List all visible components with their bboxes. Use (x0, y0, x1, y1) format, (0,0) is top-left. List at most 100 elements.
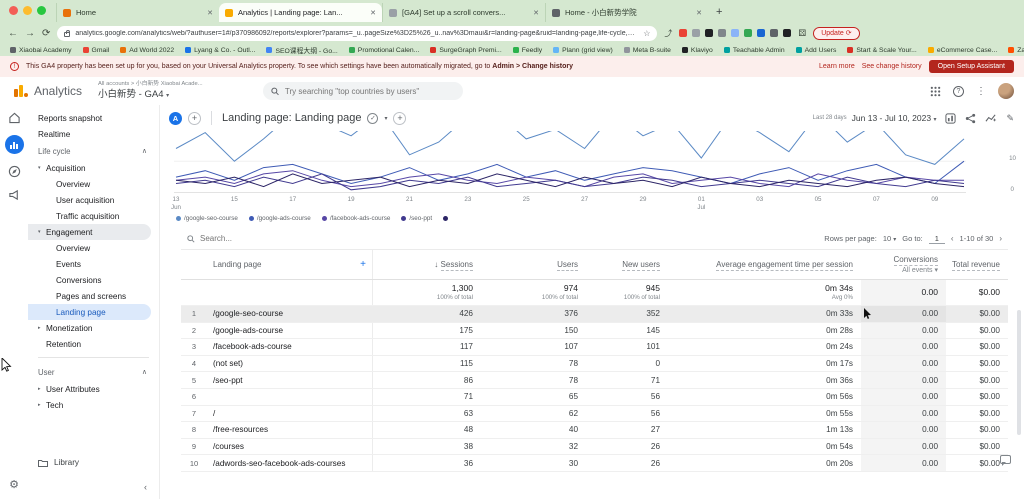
expand-arrow-icon[interactable]: ▾ (38, 229, 42, 235)
reload-icon[interactable]: ⟳ (42, 28, 50, 39)
extension-icon[interactable] (679, 29, 687, 37)
advertising-icon[interactable] (8, 189, 21, 201)
sidebar-item-overview[interactable]: Overview (28, 176, 151, 192)
window-controls[interactable] (9, 6, 46, 15)
dimension-column-header[interactable]: Landing page + (207, 250, 373, 279)
reports-icon[interactable] (5, 135, 24, 154)
col-users[interactable]: Users (481, 260, 586, 269)
bookmark-item[interactable]: Plann (grid view) (553, 47, 613, 54)
col-sessions[interactable]: ↓ Sessions (373, 260, 481, 269)
learn-more-link[interactable]: Learn more (819, 63, 855, 70)
bookmark-item[interactable]: Klaviyo (682, 47, 713, 54)
table-row[interactable]: 67165560m 56s0.00$0.00 (181, 389, 1008, 406)
table-search-input[interactable] (200, 234, 320, 243)
extension-icon[interactable] (744, 29, 752, 37)
landing-page-cell[interactable]: /facebook-ads-course (207, 339, 373, 355)
landing-page-cell[interactable]: /free-resources (207, 422, 373, 438)
admin-gear-icon[interactable]: ⚙ (0, 478, 28, 491)
sidebar-item-engagement[interactable]: ▾Engagement (28, 224, 151, 240)
extension-icon[interactable] (757, 29, 765, 37)
sidebar-item-events[interactable]: Events (28, 256, 151, 272)
expand-arrow-icon[interactable]: ▸ (38, 325, 42, 331)
extension-icon[interactable] (783, 29, 791, 37)
share-icon[interactable]: ⤴ (664, 28, 672, 39)
table-row[interactable]: 10/adwords-seo-facebook-ads-courses36302… (181, 455, 1008, 472)
sidebar-item-tech[interactable]: ▸Tech (28, 397, 151, 413)
bookmark-star-icon[interactable]: ☆ (643, 29, 650, 38)
table-row[interactable]: 5/seo-ppt8678710m 36s0.00$0.00 (181, 372, 1008, 389)
maximize-window-icon[interactable] (37, 6, 46, 15)
col-conversions[interactable]: ConversionsAll events ▾ (861, 255, 946, 274)
add-dimension-icon[interactable]: + (360, 259, 366, 270)
feedback-icon[interactable] (1000, 455, 1011, 464)
table-row[interactable]: 3/facebook-ads-course1171071010m 24s0.00… (181, 339, 1008, 356)
nav-section-user[interactable]: User∧ (28, 363, 159, 381)
rows-per-page-select[interactable]: 10 ▾ (883, 234, 896, 243)
tab-close-icon[interactable]: ✕ (533, 9, 539, 17)
add-comparison-button[interactable]: + (188, 112, 201, 125)
landing-page-cell[interactable]: /seo-ppt (207, 372, 373, 388)
tab-close-icon[interactable]: ✕ (370, 9, 376, 17)
date-range-picker[interactable]: Jun 13 - Jul 10, 2023 ▾ (852, 113, 937, 123)
bookmark-item[interactable]: Feedly (513, 47, 542, 54)
see-change-history-link[interactable]: See change history (862, 63, 922, 70)
table-row[interactable]: 4(not set)1157800m 17s0.00$0.00 (181, 356, 1008, 373)
bookmark-item[interactable]: Lyang & Co. - Outl... (185, 47, 255, 54)
browser-tab[interactable]: Home - 小白新势学院✕ (545, 3, 708, 22)
browser-tab[interactable]: Home✕ (56, 3, 219, 22)
table-row[interactable]: 7/6362560m 55s0.00$0.00 (181, 406, 1008, 423)
sidebar-item-traffic-acquisition[interactable]: Traffic acquisition (28, 208, 151, 224)
landing-page-cell[interactable]: /adwords-seo-facebook-ads-courses (207, 455, 373, 471)
explore-icon[interactable] (8, 165, 21, 178)
table-row[interactable]: 9/courses3832260m 54s0.00$0.00 (181, 439, 1008, 456)
extension-icon[interactable] (770, 29, 778, 37)
bookmark-item[interactable]: SurgeGraph Premi... (430, 47, 501, 54)
back-icon[interactable]: ← (8, 28, 18, 39)
col-total-revenue[interactable]: Total revenue (946, 260, 1008, 269)
more-menu-icon[interactable]: ⋮ (976, 86, 986, 97)
open-setup-assistant-button[interactable]: Open Setup Assistant (929, 60, 1014, 73)
new-tab-button[interactable]: + (716, 6, 722, 18)
sidebar-item-pages-and-screens[interactable]: Pages and screens (28, 288, 151, 304)
forward-icon[interactable]: → (25, 28, 35, 39)
bookmark-item[interactable]: Start & Scale Your... (847, 47, 916, 54)
url-field[interactable]: analytics.google.com/analytics/web/?auth… (57, 26, 657, 41)
conversions-event-filter[interactable]: All events ▾ (861, 266, 938, 274)
sidebar-item-acquisition[interactable]: ▾Acquisition (28, 160, 151, 176)
admin-change-history-link[interactable]: Admin > Change history (492, 63, 573, 70)
sidebar-item-retention[interactable]: Retention (28, 336, 151, 352)
nav-section-life-cycle[interactable]: Life cycle∧ (28, 142, 159, 160)
sidebar-item-monetization[interactable]: ▸Monetization (28, 320, 151, 336)
global-search[interactable] (263, 82, 463, 100)
share-report-icon[interactable] (965, 113, 976, 124)
landing-page-cell[interactable]: (not set) (207, 356, 373, 372)
extension-icon[interactable] (718, 29, 726, 37)
sidebar-item-user-acquisition[interactable]: User acquisition (28, 192, 151, 208)
collapse-nav-icon[interactable]: ‹ (144, 482, 147, 492)
close-window-icon[interactable] (9, 6, 18, 15)
extension-icon[interactable] (692, 29, 700, 37)
bookmark-item[interactable]: Meta B-suite (624, 47, 671, 54)
collapse-icon[interactable]: ∧ (142, 368, 147, 376)
bookmark-item[interactable]: Xiaobai Academy (10, 47, 72, 54)
goto-page-input[interactable]: 1 (929, 234, 945, 244)
minimize-window-icon[interactable] (23, 6, 32, 15)
expand-arrow-icon[interactable]: ▾ (38, 165, 42, 171)
expand-arrow-icon[interactable]: ▸ (38, 386, 42, 392)
edit-comparisons-icon[interactable] (945, 113, 956, 124)
bookmark-item[interactable]: Gmail (83, 47, 110, 54)
extensions-puzzle-icon[interactable]: ⚄ (798, 28, 806, 39)
segment-chip[interactable]: A (169, 112, 182, 125)
col-new-users[interactable]: New users (586, 260, 668, 269)
account-switcher[interactable]: All accounts > 小白新势 Xiaobai Acade... 小白新… (98, 81, 203, 100)
sidebar-item-reports-snapshot[interactable]: Reports snapshot (28, 110, 151, 126)
prev-page-icon[interactable]: ‹ (951, 234, 954, 243)
sidebar-item-realtime[interactable]: Realtime (28, 126, 151, 142)
avatar[interactable] (998, 83, 1014, 99)
library-item[interactable]: Library (38, 458, 79, 467)
table-row[interactable]: 2/google-ads-course1751501450m 28s0.00$0… (181, 323, 1008, 340)
browser-tab[interactable]: [GA4] Set up a scroll convers...✕ (382, 3, 545, 22)
extension-icon[interactable] (705, 29, 713, 37)
home-icon[interactable] (8, 112, 21, 124)
table-row[interactable]: 1/google-seo-course4263763520m 33s0.00$0… (181, 306, 1008, 323)
